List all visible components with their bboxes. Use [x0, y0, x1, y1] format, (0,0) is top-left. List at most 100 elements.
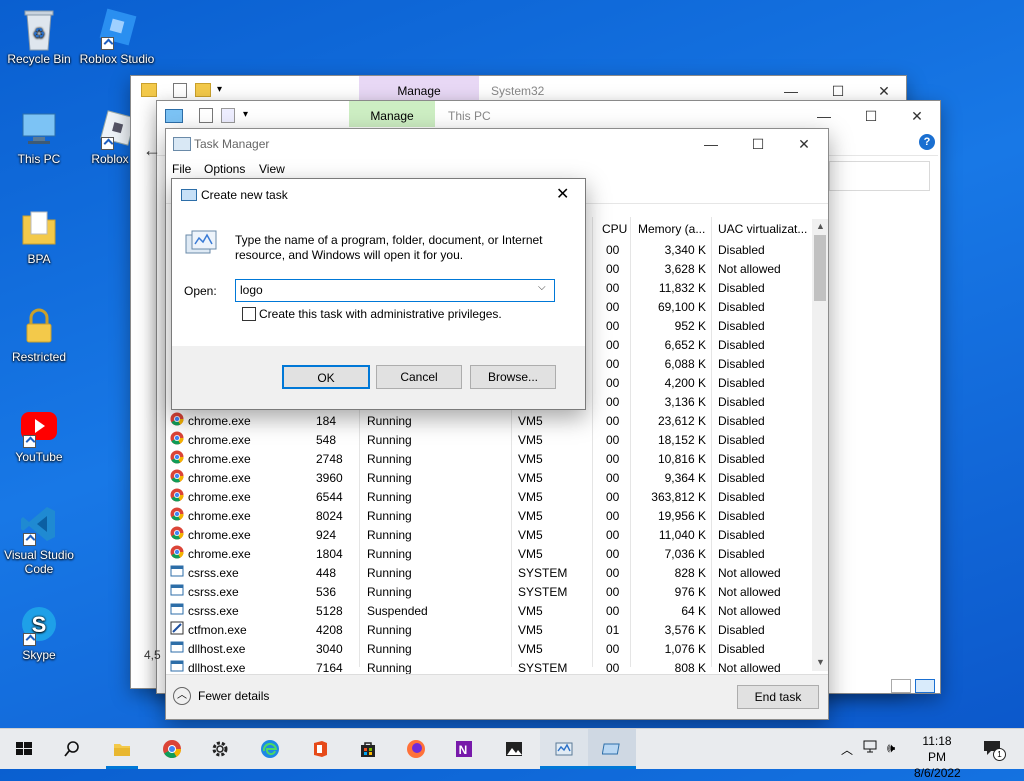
- chevron-up-icon[interactable]: ︿: [841, 741, 853, 758]
- end-task-button[interactable]: End task: [737, 685, 819, 709]
- properties-icon[interactable]: [173, 83, 187, 98]
- window-title: System32: [491, 84, 545, 98]
- admin-privileges-label[interactable]: Create this task with administrative pri…: [259, 307, 502, 321]
- column-header-memory[interactable]: Memory (a...: [638, 222, 705, 236]
- customize-toolbar-icon[interactable]: ▾: [243, 109, 248, 120]
- desktop-icon-recycle-bin[interactable]: ♻ Recycle Bin: [1, 8, 77, 66]
- table-row[interactable]: csrss.exe 5128 Suspended VM5 00 64 K Not allow…: [166, 602, 812, 621]
- chevron-up-icon[interactable]: ︿: [173, 687, 191, 705]
- taskbar-settings[interactable]: [196, 729, 244, 769]
- table-row[interactable]: chrome.exe 2748 Running VM5 00 10,816 K Disabl…: [166, 450, 812, 469]
- create-new-task-dialog[interactable]: Create new task ✕ Type the name of a pro…: [171, 178, 586, 410]
- menu-options[interactable]: Options: [204, 162, 245, 176]
- minimize-button[interactable]: —: [688, 129, 734, 159]
- vertical-scrollbar[interactable]: ▲ ▼: [812, 219, 828, 671]
- close-button[interactable]: ✕: [781, 129, 827, 159]
- process-status: Running: [367, 471, 412, 485]
- table-row[interactable]: csrss.exe 448 Running SYSTEM 00 828 K Not allo…: [166, 564, 812, 583]
- desktop-icon-this-pc[interactable]: This PC: [1, 108, 77, 166]
- menu-view[interactable]: View: [259, 162, 285, 176]
- notification-center-icon[interactable]: 1: [983, 740, 1006, 761]
- taskbar-run-dialog[interactable]: [588, 729, 636, 769]
- properties-icon[interactable]: [199, 108, 213, 123]
- taskbar-photos[interactable]: [490, 729, 538, 769]
- taskbar-store[interactable]: [344, 729, 392, 769]
- taskbar-edge[interactable]: [246, 729, 294, 769]
- desktop-icon-bpa[interactable]: BPA: [1, 208, 77, 266]
- table-row[interactable]: chrome.exe 1804 Running VM5 00 7,036 K Disable…: [166, 545, 812, 564]
- process-memory: 64 K: [681, 604, 706, 618]
- window-title: This PC: [448, 109, 491, 123]
- table-row[interactable]: csrss.exe 536 Running SYSTEM 00 976 K Not allo…: [166, 583, 812, 602]
- fewer-details-link[interactable]: Fewer details: [198, 689, 269, 703]
- volume-icon[interactable]: 🕪: [887, 740, 895, 756]
- folder-icon: [141, 83, 157, 97]
- ok-button[interactable]: OK: [282, 365, 370, 389]
- new-folder-icon[interactable]: [195, 83, 211, 97]
- cancel-button[interactable]: Cancel: [376, 365, 462, 389]
- desktop-icon-restricted[interactable]: Restricted: [1, 306, 77, 364]
- scrollbar-thumb[interactable]: [814, 235, 826, 301]
- table-row[interactable]: ctfmon.exe 4208 Running VM5 01 3,576 K Disable…: [166, 621, 812, 640]
- maximize-button[interactable]: ☐: [735, 129, 781, 159]
- close-icon[interactable]: ✕: [556, 184, 569, 204]
- new-item-icon[interactable]: [221, 108, 235, 123]
- table-row[interactable]: chrome.exe 924 Running VM5 00 11,040 K Disable…: [166, 526, 812, 545]
- close-button[interactable]: ✕: [894, 101, 940, 131]
- desktop-icon-label: Roblox Studio: [79, 52, 155, 66]
- search-box[interactable]: [829, 161, 930, 191]
- table-row[interactable]: dllhost.exe 3040 Running VM5 00 1,076 K Disabl…: [166, 640, 812, 659]
- taskbar-file-explorer[interactable]: [98, 729, 146, 769]
- open-combobox[interactable]: logo ⌵: [235, 279, 555, 302]
- minimize-button[interactable]: —: [801, 101, 847, 131]
- maximize-button[interactable]: ☐: [848, 101, 894, 131]
- column-header-uac[interactable]: UAC virtualizat...: [718, 222, 807, 236]
- process-user: VM5: [518, 528, 543, 542]
- dialog-title-bar[interactable]: Create new task ✕: [172, 179, 585, 211]
- taskbar-onenote[interactable]: N: [440, 729, 488, 769]
- vscode-icon: [19, 504, 59, 546]
- desktop-icon-vscode[interactable]: Visual Studio Code: [1, 504, 77, 576]
- process-uac: Disabled: [718, 414, 765, 428]
- scroll-up-icon[interactable]: ▲: [816, 221, 825, 231]
- task-manager-title-bar[interactable]: Task Manager — ☐ ✕: [166, 129, 828, 159]
- manage-tab[interactable]: Manage: [359, 76, 479, 102]
- process-cpu: 00: [606, 528, 620, 542]
- shortcut-arrow-icon: [101, 137, 114, 150]
- open-label: Open:: [184, 284, 217, 298]
- search-button[interactable]: [48, 729, 96, 769]
- customize-toolbar-icon[interactable]: ▾: [217, 84, 222, 95]
- taskbar-chrome[interactable]: [148, 729, 196, 769]
- table-row[interactable]: chrome.exe 8024 Running VM5 00 19,956 K Disabl…: [166, 507, 812, 526]
- column-header-cpu[interactable]: CPU: [602, 222, 627, 236]
- table-row[interactable]: chrome.exe 6544 Running VM5 00 363,812 K Disab…: [166, 488, 812, 507]
- search-icon: [64, 741, 79, 757]
- chevron-down-icon[interactable]: ⌵: [538, 282, 546, 293]
- manage-tab[interactable]: Manage: [349, 101, 435, 127]
- help-icon[interactable]: ?: [919, 134, 935, 150]
- details-view-icon[interactable]: [891, 679, 911, 693]
- desktop-icon-skype[interactable]: S Skype: [1, 604, 77, 662]
- table-row[interactable]: chrome.exe 3960 Running VM5 00 9,364 K Disable…: [166, 469, 812, 488]
- scroll-down-icon[interactable]: ▼: [816, 657, 825, 667]
- network-icon[interactable]: [863, 740, 881, 754]
- run-dialog-icon: [602, 743, 620, 755]
- start-button[interactable]: [0, 729, 48, 769]
- taskbar-task-manager[interactable]: [540, 729, 588, 769]
- process-pid: 8024: [316, 509, 343, 523]
- table-row[interactable]: chrome.exe 184 Running VM5 00 23,612 K Disable…: [166, 412, 812, 431]
- admin-privileges-checkbox[interactable]: [242, 307, 256, 321]
- table-row[interactable]: chrome.exe 548 Running VM5 00 18,152 K Disable…: [166, 431, 812, 450]
- open-input[interactable]: logo: [240, 283, 263, 297]
- browse-button[interactable]: Browse...: [470, 365, 556, 389]
- menu-file[interactable]: File: [172, 162, 191, 176]
- desktop-icon-roblox-studio[interactable]: Roblox Studio: [79, 8, 155, 66]
- large-icons-view-icon[interactable]: [915, 679, 935, 693]
- explorer-title-bar[interactable]: ▾ Manage This PC — ☐ ✕: [157, 101, 940, 131]
- process-uac: Disabled: [718, 642, 765, 656]
- taskbar-firefox[interactable]: [392, 729, 440, 769]
- clock[interactable]: 11:18 PM 8/6/2022: [914, 733, 961, 781]
- back-arrow-icon[interactable]: ←: [143, 140, 161, 161]
- taskbar-office[interactable]: [296, 729, 344, 769]
- desktop-icon-youtube[interactable]: YouTube: [1, 406, 77, 464]
